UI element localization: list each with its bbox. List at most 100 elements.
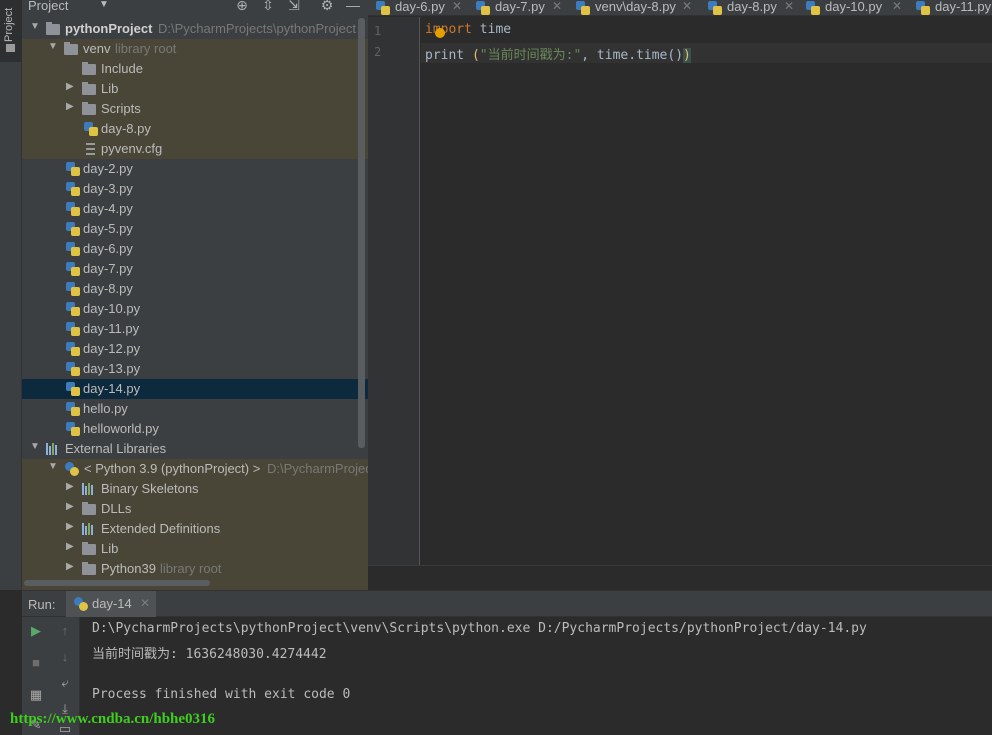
tree-item-scripts[interactable]: ▶ Scripts [22,99,368,119]
tree-item-label: day-2.py [83,161,133,176]
tree-item-file[interactable]: helloworld.py [22,419,368,439]
project-view-dropdown[interactable]: Project [28,0,68,13]
close-icon[interactable]: ✕ [140,596,150,610]
close-icon[interactable]: ✕ [892,0,902,13]
tree-item-label: day-5.py [83,221,133,236]
hide-panel-icon[interactable]: — [345,0,361,13]
chevron-right-icon[interactable]: ▶ [66,101,74,112]
tree-item-label: < Python 3.9 (pythonProject) > [84,461,261,476]
tree-item-project-root[interactable]: ▼ pythonProject D:\PycharmProjects\pytho… [22,19,368,39]
soft-wrap-icon[interactable]: ⤶ [56,675,74,693]
tree-item-file-selected[interactable]: day-14.py [22,379,368,399]
tree-item-file[interactable]: hello.py [22,399,368,419]
console-line: 当前时间戳为: 1636248030.4274442 [92,647,327,662]
chevron-down-icon[interactable]: ▼ [48,41,58,52]
run-label: Run: [28,597,56,612]
chevron-right-icon[interactable]: ▶ [66,501,74,512]
chevron-right-icon[interactable]: ▶ [66,521,74,532]
folder-icon [82,562,96,575]
chevron-right-icon[interactable]: ▶ [66,81,74,92]
tree-item-label: day-4.py [83,201,133,216]
code-editor[interactable]: import time print ("当前时间戳为:", time.time(… [421,17,992,565]
tree-item-lib[interactable]: ▶ Lib [22,79,368,99]
collapse-all-icon[interactable]: ⇲ [286,0,302,14]
tab-day-7[interactable]: day-7.py ✕ [468,0,568,15]
tree-item-lib[interactable]: ▶ Lib [22,539,368,559]
python-file-icon [916,1,930,15]
python-file-icon [708,1,722,15]
close-icon[interactable]: ✕ [452,0,462,13]
chevron-right-icon[interactable]: ▶ [66,481,74,492]
layout-icon[interactable]: ▦ [27,687,45,705]
down-arrow-icon[interactable]: ↓ [56,649,74,667]
folder-icon [82,102,96,115]
lightbulb-icon[interactable] [435,28,445,38]
code-text: time [471,22,512,37]
tree-item-venv[interactable]: ▼ venv library root [22,39,368,59]
libraries-icon [82,523,96,535]
tab-day-11[interactable]: day-11.py [908,0,992,15]
tree-item-file[interactable]: day-8.py [22,119,368,139]
up-arrow-icon[interactable]: ↑ [56,623,74,641]
run-console[interactable]: D:\PycharmProjects\pythonProject\venv\Sc… [80,617,992,735]
rerun-icon[interactable]: ▶ [27,623,45,641]
tree-item-label: day-3.py [83,181,133,196]
tree-item-external-libraries[interactable]: ▼ External Libraries [22,439,368,459]
tree-item-file[interactable]: day-8.py [22,279,368,299]
tree-item-dlls[interactable]: ▶ DLLs [22,499,368,519]
function-name: print [425,48,472,63]
tree-item-file[interactable]: day-11.py [22,319,368,339]
close-icon[interactable]: ✕ [682,0,692,13]
tree-item-binary-skeletons[interactable]: ▶ Binary Skeletons [22,479,368,499]
code-line-2[interactable]: print ("当前时间戳为:", time.time()) [425,44,691,63]
tree-item-label: pythonProject [65,21,153,36]
chevron-down-icon[interactable]: ▼ [99,0,109,10]
chevron-down-icon[interactable]: ▼ [30,21,40,32]
chevron-down-icon[interactable]: ▼ [30,441,40,452]
python-file-icon [66,302,80,316]
tree-item-file[interactable]: day-4.py [22,199,368,219]
tree-item-file[interactable]: day-12.py [22,339,368,359]
tree-item-label: day-7.py [83,261,133,276]
chevron-down-icon[interactable]: ▼ [48,461,58,472]
tab-label: day-11.py [935,0,992,14]
python-file-icon [66,202,80,216]
locate-icon[interactable]: ⊕ [234,0,250,14]
tree-item-python39[interactable]: ▶ Python39 library root [22,559,368,579]
python-file-icon [66,402,80,416]
tree-item-file[interactable]: day-6.py [22,239,368,259]
vertical-scrollbar[interactable] [358,18,365,448]
project-tool-button[interactable]: Project [0,0,22,62]
tree-item-file[interactable]: day-5.py [22,219,368,239]
tree-item-file[interactable]: day-3.py [22,179,368,199]
line-number: 1 [374,24,382,38]
python-file-icon [66,222,80,236]
close-icon[interactable]: ✕ [784,0,794,13]
gear-icon[interactable]: ⚙ [319,0,335,14]
tree-item-file[interactable]: day-13.py [22,359,368,379]
close-icon[interactable]: ✕ [552,0,562,13]
libraries-icon [82,483,96,495]
stop-icon[interactable]: ■ [27,655,45,673]
tree-item-file[interactable]: day-7.py [22,259,368,279]
chevron-right-icon[interactable]: ▶ [66,561,74,572]
expand-all-icon[interactable]: ⇳ [260,0,276,14]
tree-item-file[interactable]: pyvenv.cfg [22,139,368,159]
python-file-icon [66,242,80,256]
horizontal-scrollbar[interactable] [24,580,210,586]
tree-item-file[interactable]: day-10.py [22,299,368,319]
tab-venv-day-8[interactable]: venv\day-8.py ✕ [568,0,698,15]
python-logo-icon [65,462,79,476]
tree-item-extended-definitions[interactable]: ▶ Extended Definitions [22,519,368,539]
editor-tabs: day-6.py ✕ day-7.py ✕ venv\day-8.py ✕ da… [368,0,992,16]
tree-item-python-sdk[interactable]: ▼ < Python 3.9 (pythonProject) > D:\Pych… [22,459,368,479]
chevron-right-icon[interactable]: ▶ [66,541,74,552]
editor-gutter: 1 2 [368,17,420,565]
tab-day-10[interactable]: day-10.py ✕ [798,0,908,15]
tab-day-8[interactable]: day-8.py ✕ [700,0,798,15]
run-tab-day-14[interactable]: day-14 ✕ [66,591,156,618]
tree-item-include[interactable]: Include [22,59,368,79]
python-file-icon [66,162,80,176]
tab-day-6[interactable]: day-6.py ✕ [368,0,468,15]
tree-item-file[interactable]: day-2.py [22,159,368,179]
